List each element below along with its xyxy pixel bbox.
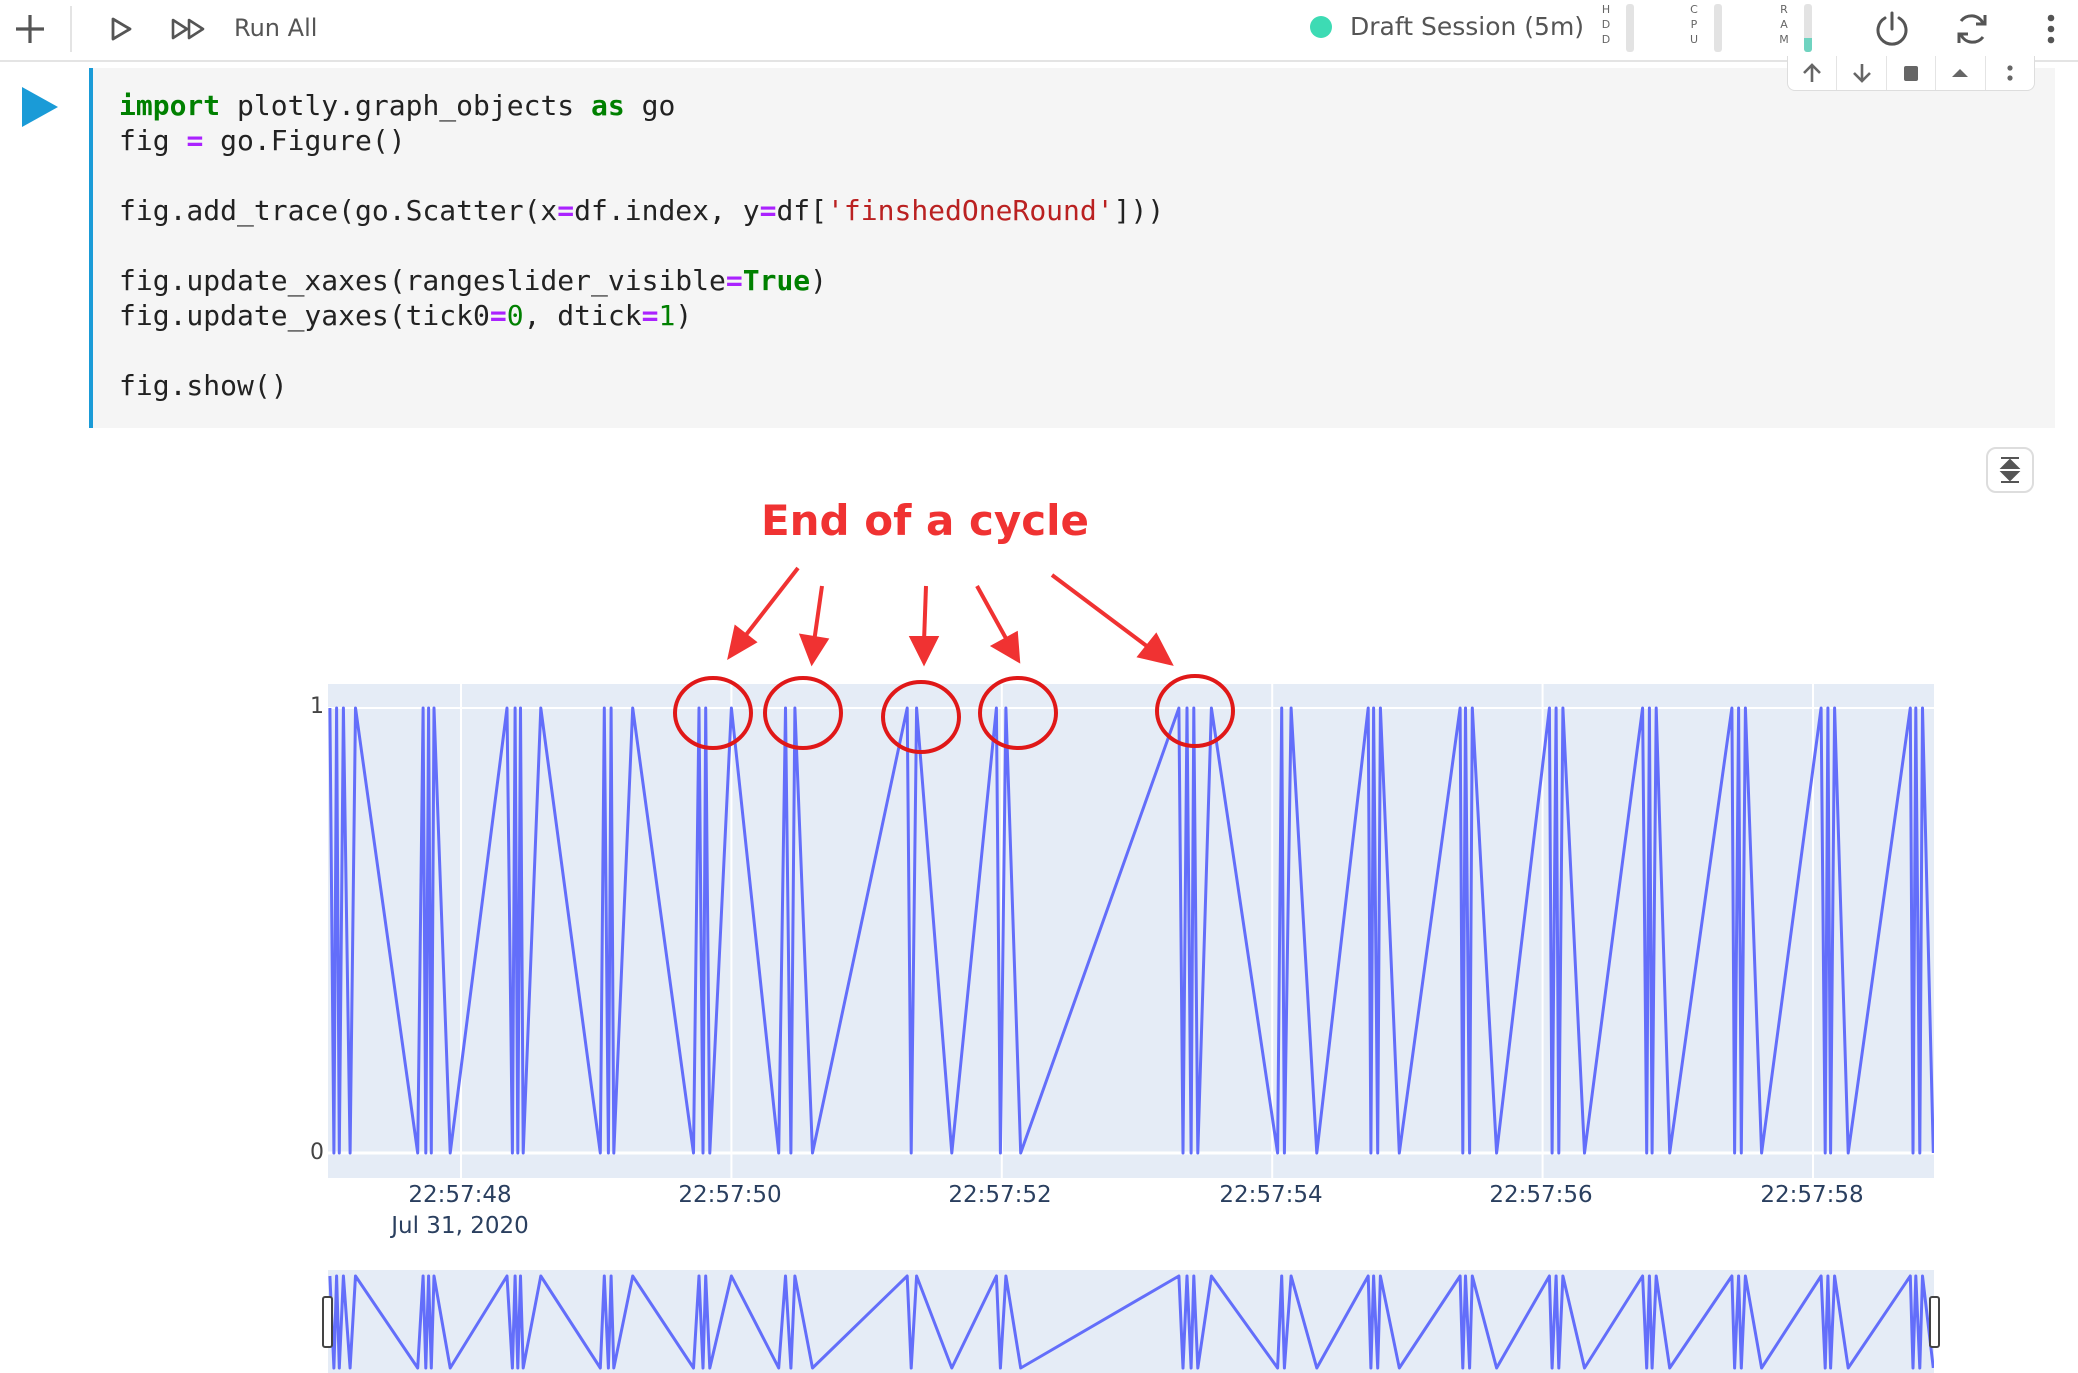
- x-tick-label: 22:57:52: [948, 1182, 1052, 1208]
- rangeslider-left-handle[interactable]: [322, 1296, 333, 1348]
- arrowhead: [1136, 632, 1174, 666]
- arrowhead: [908, 636, 940, 667]
- x-tick-label: 22:57:48: [408, 1182, 512, 1208]
- annotation-arrow: [922, 585, 928, 643]
- y-tick-label: 0: [310, 1140, 324, 1165]
- plotly-chart[interactable]: [0, 0, 2078, 1373]
- y-tick-label: 1: [310, 694, 324, 719]
- annotation-arrow: [740, 566, 800, 642]
- annotation-arrow: [975, 585, 1010, 643]
- arrowhead: [989, 630, 1021, 664]
- rangeslider-right-handle[interactable]: [1929, 1296, 1940, 1348]
- x-axis-date-label: Jul 31, 2020: [391, 1213, 529, 1239]
- annotation-arrow: [812, 585, 824, 643]
- annotation-arrow: [1050, 573, 1154, 652]
- x-tick-label: 22:57:58: [1760, 1182, 1864, 1208]
- plot-area: [328, 684, 1934, 1178]
- x-tick-label: 22:57:54: [1219, 1182, 1323, 1208]
- arrowhead: [798, 633, 830, 667]
- x-tick-label: 22:57:56: [1489, 1182, 1593, 1208]
- x-tick-label: 22:57:50: [678, 1182, 782, 1208]
